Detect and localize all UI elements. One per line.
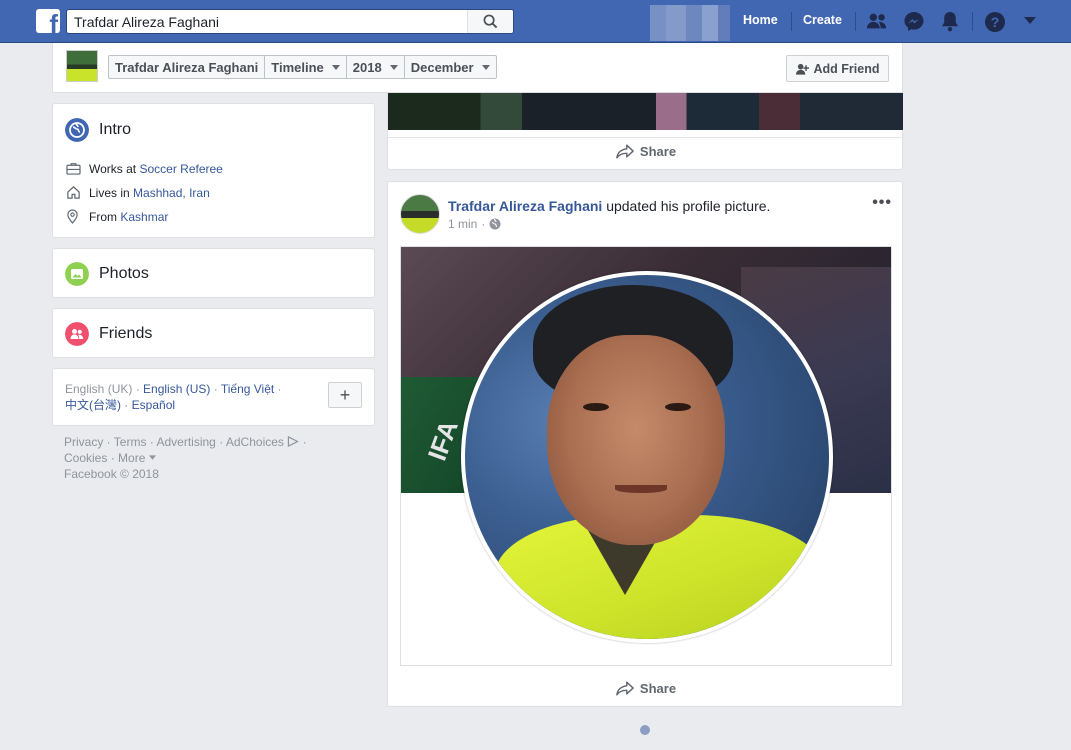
intro-from: From Kashmar: [89, 210, 169, 224]
footer-link-privacy[interactable]: Privacy: [64, 435, 103, 449]
post-photo[interactable]: IFA: [400, 246, 892, 666]
public-globe-icon[interactable]: [489, 218, 501, 230]
breadcrumb-year-dropdown[interactable]: 2018: [347, 56, 405, 78]
intro-lives: Lives in Mashhad, Iran: [89, 186, 210, 200]
profile-picture-circle[interactable]: [461, 271, 833, 643]
chevron-down-icon: [148, 455, 156, 460]
intro-title: Intro: [99, 121, 132, 138]
intro-work-link[interactable]: Soccer Referee: [139, 162, 222, 176]
post-author-avatar[interactable]: [400, 194, 440, 234]
language-option[interactable]: English (US): [143, 382, 210, 396]
nav-create-link[interactable]: Create: [803, 13, 842, 27]
friends-title: Friends: [99, 325, 153, 342]
footer-link-cookies[interactable]: Cookies: [64, 451, 107, 465]
friends-icon: [65, 322, 89, 346]
search-box: [66, 9, 514, 34]
add-friend-icon: [795, 63, 809, 75]
breadcrumb: Trafdar Alireza Faghani Timeline 2018 De…: [108, 55, 497, 79]
previous-post-image[interactable]: [388, 93, 903, 130]
facebook-logo-icon[interactable]: f: [36, 9, 60, 33]
nav-divider: [855, 12, 856, 31]
share-icon: [616, 680, 634, 696]
user-avatar[interactable]: [650, 5, 730, 41]
post-meta: 1 min ·: [448, 217, 501, 231]
breadcrumb-timeline-dropdown[interactable]: Timeline: [265, 56, 347, 78]
friend-requests-icon[interactable]: [866, 11, 888, 31]
adchoices-icon: [288, 435, 300, 448]
breadcrumb-profile-name[interactable]: Trafdar Alireza Faghani: [109, 56, 266, 78]
messenger-icon[interactable]: [903, 11, 925, 32]
photos-card[interactable]: Photos: [52, 248, 375, 298]
footer-link-more[interactable]: More: [118, 451, 145, 465]
previous-post-share-button[interactable]: Share: [388, 137, 904, 165]
location-pin-icon: [67, 209, 78, 224]
svg-text:?: ?: [991, 14, 1000, 30]
intro-card: Intro Works at Soccer Referee Lives in M…: [52, 103, 375, 238]
intro-from-link[interactable]: Kashmar: [120, 210, 168, 224]
language-list: English (UK) · English (US) · Tiếng Việt…: [65, 382, 282, 412]
profile-picture-post: Trafdar Alireza Faghani updated his prof…: [387, 181, 903, 707]
post-timestamp[interactable]: 1 min: [448, 217, 477, 231]
intro-work: Works at Soccer Referee: [89, 162, 223, 176]
previous-post: Share: [387, 92, 904, 170]
breadcrumb-month-dropdown[interactable]: December: [405, 56, 496, 78]
loading-indicator: [640, 725, 650, 735]
search-input[interactable]: [67, 10, 467, 33]
language-current: English (UK): [65, 382, 133, 396]
language-option[interactable]: Español: [132, 398, 175, 412]
chevron-down-icon: [389, 64, 398, 70]
profile-thumbnail[interactable]: [66, 50, 98, 82]
footer-copyright: Facebook © 2018: [64, 467, 159, 481]
post-header: Trafdar Alireza Faghani updated his prof…: [448, 198, 770, 214]
friends-card[interactable]: Friends: [52, 308, 375, 358]
nav-divider: [972, 12, 973, 31]
language-option[interactable]: Tiếng Việt: [221, 382, 274, 396]
globe-icon: [65, 118, 89, 142]
top-bar: f Home Create ?: [0, 0, 1071, 43]
post-options-more-icon[interactable]: •••: [872, 194, 892, 212]
languages-card: English (UK) · English (US) · Tiếng Việt…: [52, 368, 375, 426]
intro-lives-link[interactable]: Mashhad, Iran: [133, 186, 210, 200]
photo-icon: [65, 262, 89, 286]
footer-link-terms[interactable]: Terms: [114, 435, 147, 449]
share-icon: [616, 144, 634, 159]
notifications-icon[interactable]: [940, 11, 960, 32]
nav-home-link[interactable]: Home: [743, 13, 778, 27]
post-share-button[interactable]: Share: [388, 674, 904, 702]
add-friend-button[interactable]: Add Friend: [786, 55, 889, 82]
footer-links: Privacy · Terms · Advertising · AdChoice…: [64, 435, 307, 481]
search-icon: [483, 14, 498, 29]
search-button[interactable]: [467, 10, 513, 33]
language-option[interactable]: 中文(台灣): [65, 398, 121, 412]
help-icon[interactable]: ?: [984, 11, 1006, 33]
photos-title: Photos: [99, 265, 149, 282]
home-icon: [67, 186, 80, 199]
add-language-button[interactable]: +: [328, 382, 362, 408]
briefcase-icon: [66, 163, 81, 175]
timeline-nav-strip: Trafdar Alireza Faghani Timeline 2018 De…: [52, 43, 903, 93]
post-author-link[interactable]: Trafdar Alireza Faghani: [448, 198, 602, 214]
footer-link-advertising[interactable]: Advertising: [156, 435, 215, 449]
chevron-down-icon: [331, 64, 340, 70]
account-menu-chevron-down-icon[interactable]: [1024, 17, 1036, 25]
post-action-text: updated his profile picture.: [602, 198, 771, 214]
nav-divider: [791, 12, 792, 31]
footer-link-adchoices[interactable]: AdChoices: [226, 435, 284, 449]
chevron-down-icon: [481, 64, 490, 70]
